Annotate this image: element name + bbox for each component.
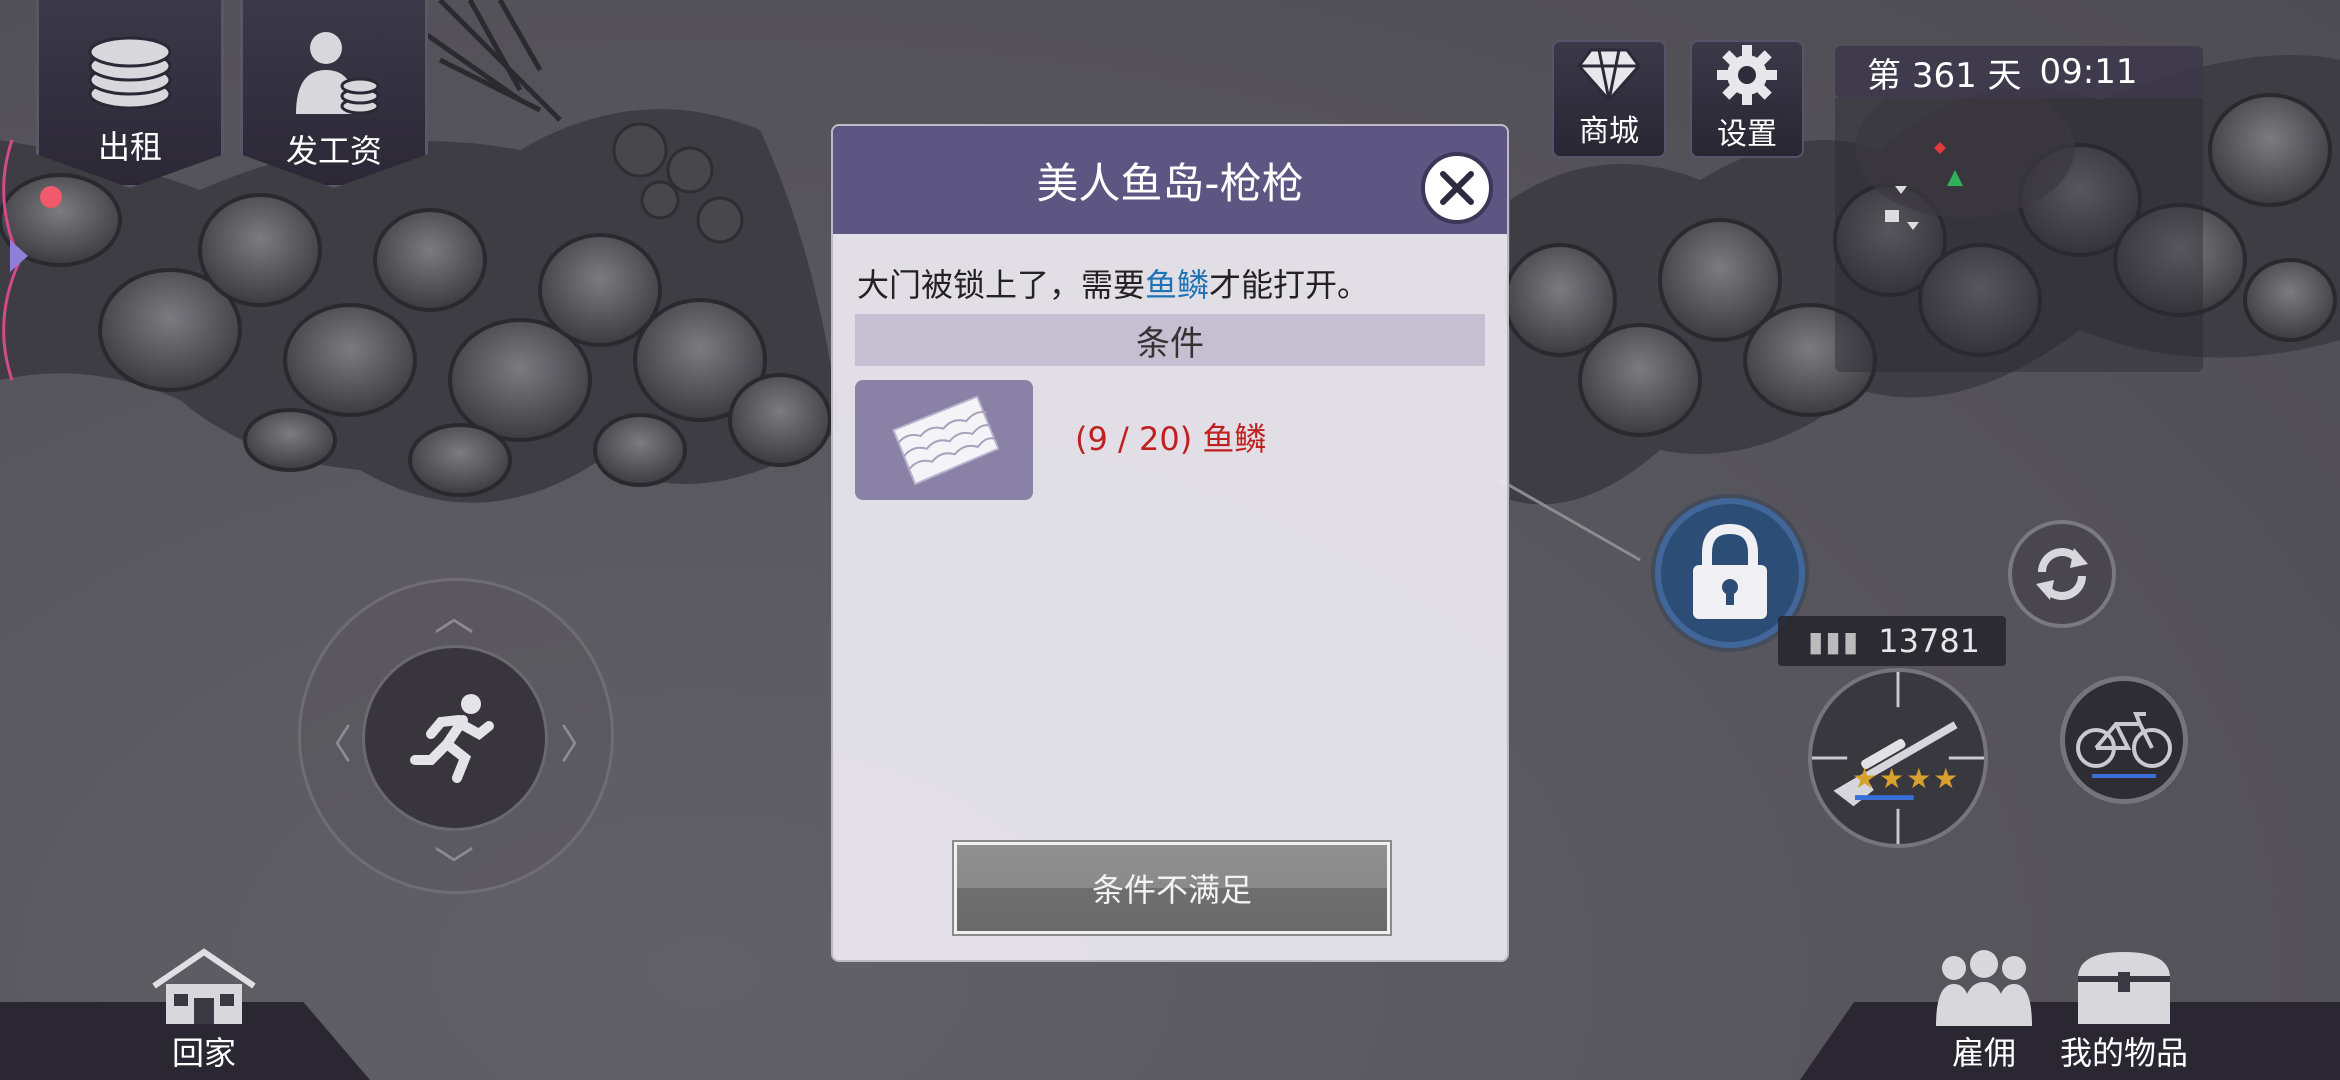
treasure-chest-icon <box>2078 952 2170 1024</box>
joystick-right-arrow-icon: 〉 <box>560 722 600 768</box>
ammo-counter: ▮▮▮ 13781 <box>1778 616 2006 666</box>
go-home-label: 回家 <box>171 1034 236 1072</box>
day-time-display: 第 361 天 09:11 <box>1835 46 2203 98</box>
locked-gate-dialog: 美人鱼岛-枪枪 大门被锁上了，需要鱼鳞才能打开。 条件 (9 / 20) 鱼鳞 … <box>831 124 1509 962</box>
coins-stack-icon <box>88 36 172 110</box>
go-home-button[interactable]: 回家 <box>150 948 258 1074</box>
my-items-button[interactable]: 我的物品 <box>2060 948 2188 1074</box>
my-items-label: 我的物品 <box>2060 1034 2189 1072</box>
joystick-left-arrow-icon: 〈 <box>312 722 352 768</box>
conditions-unmet-button[interactable]: 条件不满足 <box>952 840 1392 936</box>
side-drawer-handle[interactable] <box>0 140 40 380</box>
fire-weapon-button[interactable] <box>1808 668 1988 848</box>
bullets-icon: ▮▮▮ <box>1808 624 1861 658</box>
conditions-unmet-label: 条件不满足 <box>1091 871 1252 909</box>
group-people-icon <box>1936 950 2032 1026</box>
minimap[interactable] <box>1835 78 2203 372</box>
house-icon <box>152 948 256 1024</box>
hire-button[interactable]: 雇佣 <box>1930 948 2038 1074</box>
dialog-message: 大门被锁上了，需要鱼鳞才能打开。 <box>833 234 1507 314</box>
hire-label: 雇佣 <box>1951 1034 2016 1072</box>
sprint-button[interactable] <box>362 645 548 831</box>
requirement-progress: (9 / 20) 鱼鳞 <box>1075 420 1267 458</box>
requirement-row: (9 / 20) 鱼鳞 <box>833 366 1507 516</box>
dialog-header: 美人鱼岛-枪枪 <box>833 126 1507 234</box>
worker-coins-icon <box>296 32 380 115</box>
running-man-icon <box>410 694 494 783</box>
joystick-down-arrow-icon: ﹀ <box>434 844 474 890</box>
bicycle-button[interactable] <box>2060 676 2188 804</box>
message-text-before: 大门被锁上了，需要 <box>857 266 1146 304</box>
rent-button[interactable]: 出租 <box>36 0 224 188</box>
message-highlight-item: 鱼鳞 <box>1145 266 1210 304</box>
switch-weapon-button[interactable] <box>2008 520 2116 628</box>
close-icon <box>1440 171 1474 205</box>
padlock-icon <box>1693 523 1767 619</box>
day-number: 361 <box>1911 55 1977 96</box>
pay-wages-label: 发工资 <box>285 132 382 170</box>
weapon-rating-stars: ★★★★ <box>1852 762 1961 795</box>
minimap-lock-icon <box>1885 210 1899 222</box>
conditions-header: 条件 <box>855 314 1485 366</box>
requirement-item-slot[interactable] <box>855 380 1033 500</box>
bicycle-icon <box>2076 712 2172 778</box>
shop-label: 商城 <box>1579 114 1639 149</box>
message-text-after: 才能打开。 <box>1209 266 1370 304</box>
sniper-rifle-icon <box>1812 672 1984 844</box>
pay-wages-button[interactable]: 发工资 <box>240 0 428 188</box>
clock-time: 09:11 <box>2039 52 2138 92</box>
rent-label: 出租 <box>97 128 162 166</box>
settings-label: 设置 <box>1717 117 1777 152</box>
conditions-header-label: 条件 <box>1136 323 1204 364</box>
shop-button[interactable]: 商城 <box>1552 40 1666 158</box>
refresh-icon <box>2036 548 2088 600</box>
diamond-icon <box>1577 48 1641 102</box>
joystick-up-arrow-icon: ︿ <box>434 594 474 640</box>
settings-button[interactable]: 设置 <box>1690 40 1804 158</box>
ammo-count: 13781 <box>1878 622 1981 660</box>
close-button[interactable] <box>1421 152 1493 224</box>
day-suffix: 天 <box>1987 55 2022 96</box>
gear-icon <box>1717 45 1777 105</box>
dialog-title: 美人鱼岛-枪枪 <box>1036 158 1304 208</box>
day-prefix: 第 <box>1867 55 1901 96</box>
minimap-markers <box>1855 78 2075 230</box>
fish-scale-icon <box>892 395 999 485</box>
notification-dot <box>40 186 62 208</box>
weapon-durability-bar <box>1855 795 1914 801</box>
